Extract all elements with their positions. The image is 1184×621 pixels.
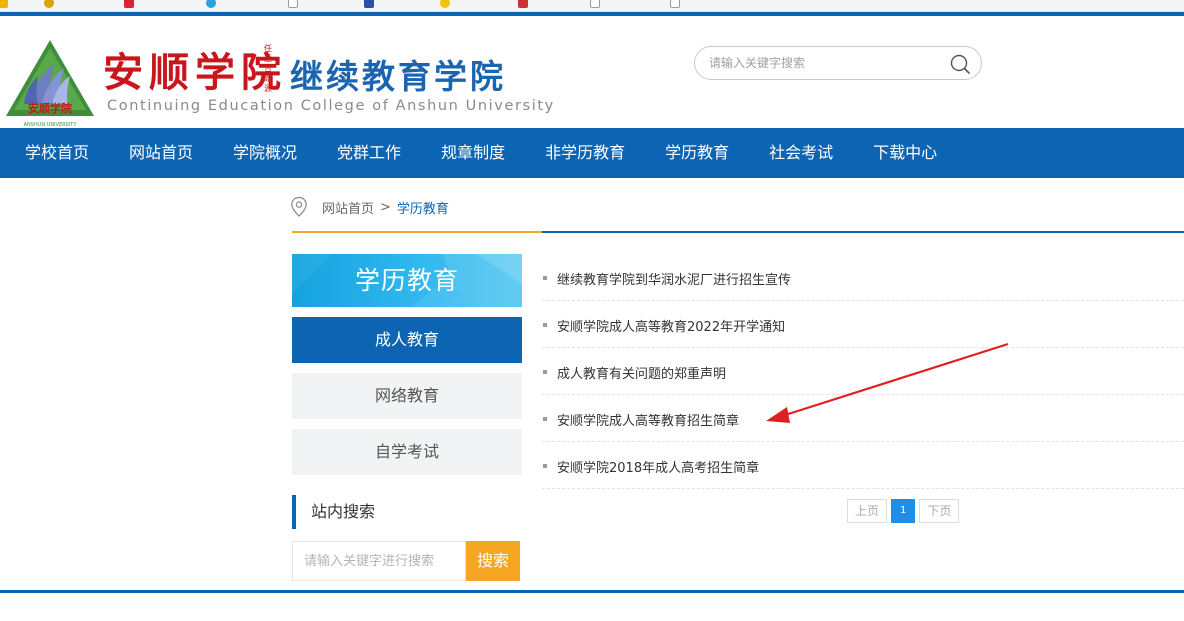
breadcrumb: 网站首页 > 学历教育 (290, 195, 449, 219)
sidebar-item-self-study-exam[interactable]: 自学考试 (292, 429, 522, 475)
site-search-button[interactable]: 搜索 (466, 541, 520, 581)
bullet-icon (543, 323, 547, 327)
header-search-input[interactable] (709, 54, 939, 72)
sidebar-item-online-education[interactable]: 网络教育 (292, 373, 522, 419)
bookmark-item[interactable] (44, 0, 54, 10)
bookmark-item[interactable] (440, 0, 450, 10)
pagination: 上页 1 下页 (847, 499, 960, 523)
nav-item-download-center[interactable]: 下载中心 (873, 128, 937, 178)
site-search-title: 站内搜索 (292, 495, 375, 529)
nav-item-site-home[interactable]: 网站首页 (129, 128, 193, 178)
school-emblem-logo[interactable]: 安顺学院 ANSHUN UNIVERSITY (4, 38, 96, 132)
header-search-box (694, 46, 982, 80)
news-title[interactable]: 继续教育学院到华润水泥厂进行招生宣传 (557, 269, 791, 288)
footer-rule (0, 590, 1184, 593)
sidebar-banner: 学历教育 (292, 254, 522, 307)
bookmark-item[interactable] (206, 0, 216, 10)
nav-item-non-degree-education[interactable]: 非学历教育 (545, 128, 625, 178)
logo-school-name[interactable]: 安顺学院 (103, 40, 287, 98)
list-item[interactable]: 成人教育有关问题的郑重声明 (542, 348, 1184, 395)
college-name-cn: 继续教育学院 (290, 57, 506, 96)
nav-item-social-exams[interactable]: 社会考试 (769, 128, 833, 178)
bookmark-item[interactable] (0, 0, 8, 10)
bookmark-bar (0, 0, 1184, 12)
breadcrumb-home-link[interactable]: 网站首页 (322, 198, 374, 217)
main-navigation: 学校首页 网站首页 学院概况 党群工作 规章制度 非学历教育 学历教育 社会考试… (0, 128, 1184, 178)
sidebar-item-adult-education[interactable]: 成人教育 (292, 317, 522, 363)
pager-prev-button[interactable]: 上页 (847, 499, 888, 523)
bookmark-item[interactable] (590, 0, 600, 10)
sidebar-banner-title: 学历教育 (354, 266, 459, 295)
nav-item-degree-education[interactable]: 学历教育 (665, 128, 729, 178)
breadcrumb-underline (542, 231, 1184, 233)
news-title[interactable]: 安顺学院成人高等教育2022年开学通知 (557, 316, 785, 335)
list-item[interactable]: 安顺学院成人高等教育2022年开学通知 (542, 301, 1184, 348)
breadcrumb-current[interactable]: 学历教育 (397, 198, 449, 217)
bullet-icon (543, 276, 547, 280)
college-name-en: Continuing Education College of Anshun U… (107, 98, 555, 114)
site-search-input[interactable] (292, 541, 466, 581)
search-icon[interactable] (949, 53, 971, 75)
pager-page-current[interactable]: 1 (891, 499, 916, 523)
nav-item-regulations[interactable]: 规章制度 (441, 128, 505, 178)
location-pin-icon (291, 196, 307, 217)
news-title[interactable]: 成人教育有关问题的郑重声明 (557, 363, 726, 382)
bookmark-item[interactable] (124, 0, 134, 10)
list-item[interactable]: 安顺学院2018年成人高考招生简章 (542, 442, 1184, 489)
bookmark-item[interactable] (518, 0, 528, 10)
pager-next-button[interactable]: 下页 (919, 499, 960, 523)
breadcrumb-separator: > (380, 199, 391, 215)
bullet-icon (543, 464, 547, 468)
list-item[interactable]: 安顺学院成人高等教育招生简章 (542, 395, 1184, 442)
nav-item-school-home[interactable]: 学校首页 (25, 128, 89, 178)
bookmark-item[interactable] (288, 0, 298, 10)
news-title[interactable]: 安顺学院2018年成人高考招生简章 (557, 457, 759, 476)
list-item[interactable]: 继续教育学院到华润水泥厂进行招生宣传 (542, 254, 1184, 301)
nav-item-party-work[interactable]: 党群工作 (337, 128, 401, 178)
bookmark-item[interactable] (670, 0, 680, 10)
site-header: 安顺学院 ANSHUN UNIVERSITY 安顺学院 任运合题源 继续教育学院… (0, 16, 1184, 130)
news-list: 继续教育学院到华润水泥厂进行招生宣传 安顺学院成人高等教育2022年开学通知 成… (542, 254, 1184, 489)
breadcrumb-underline-accent (292, 231, 542, 233)
bookmark-item[interactable] (364, 0, 374, 10)
nav-item-college-overview[interactable]: 学院概况 (233, 128, 297, 178)
bullet-icon (543, 417, 547, 421)
logo-seal-text: 任运合题源 (264, 44, 272, 93)
bullet-icon (543, 370, 547, 374)
emblem-caption: 安顺学院 (28, 101, 72, 115)
news-title[interactable]: 安顺学院成人高等教育招生简章 (557, 410, 739, 429)
